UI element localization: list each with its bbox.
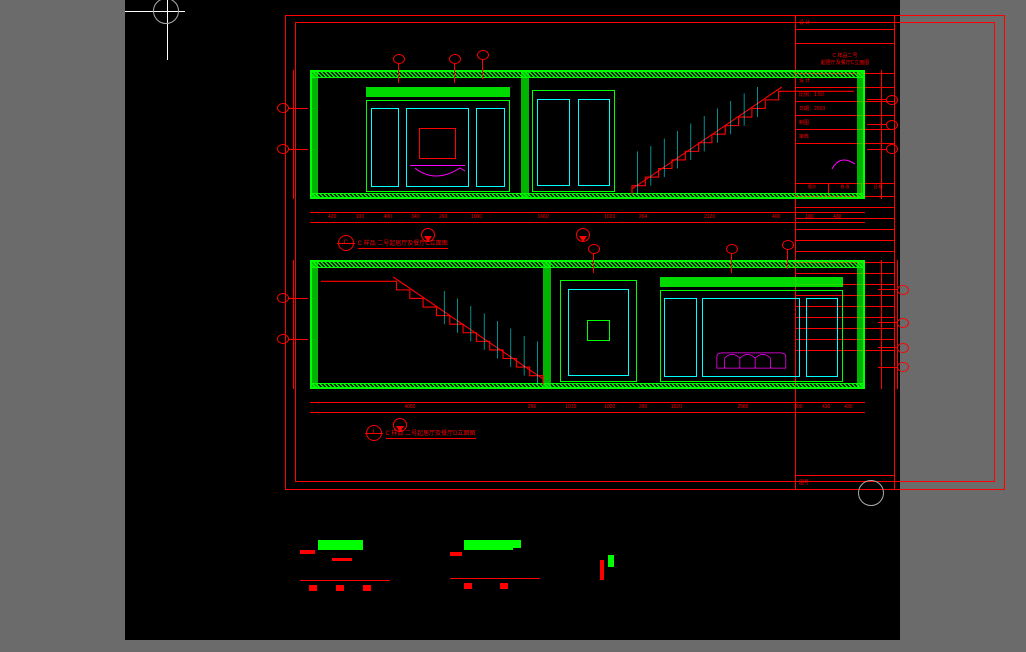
dim-value: 100	[356, 214, 364, 220]
dimension-string-right	[881, 70, 882, 199]
pillar-mid	[543, 260, 551, 389]
dimension-string-bottom	[310, 402, 865, 403]
callout-bubble	[477, 50, 489, 60]
dim-value: 264	[639, 214, 647, 220]
cornice	[660, 277, 843, 287]
dim-value: 490	[384, 214, 392, 220]
dim-value: 2580	[737, 404, 748, 410]
callout-bubble	[588, 244, 600, 254]
pillar-left	[310, 70, 318, 199]
dim-value: 430	[822, 404, 830, 410]
dim-value: 4060	[404, 404, 415, 410]
dim-value: 1010	[565, 404, 576, 410]
viewport-corner-marker	[858, 480, 884, 506]
artwork-niche	[419, 128, 455, 159]
door-leaf	[537, 99, 570, 186]
callout-bubble	[726, 244, 738, 254]
feature-panel-mid	[560, 280, 638, 382]
feature-panelling	[366, 100, 510, 192]
view-title-a: C C 样品 二号起居厅及餐厅C立面图	[338, 235, 448, 251]
dim-value: 420	[328, 214, 336, 220]
panel-main	[702, 298, 800, 377]
pillar-right	[857, 70, 865, 199]
dim-value: 430	[833, 214, 841, 220]
revision-row	[796, 240, 894, 251]
panel	[476, 108, 504, 187]
elevation-view-b: 4060 266 1010 1000 266 1020 2580 300 430…	[310, 260, 865, 425]
titleblock-project-header: 设 计	[795, 16, 895, 30]
sofa	[713, 349, 790, 372]
dimension-string-bottom-2	[310, 222, 865, 223]
ceiling-slab	[310, 70, 865, 78]
dim-value: 300	[794, 404, 802, 410]
pillar-left	[310, 260, 318, 389]
view-id-bubble: 1	[366, 425, 382, 441]
ceiling-slab	[310, 260, 865, 268]
view-title-text: C 样品 二号起居厅及餐厅D立面图	[386, 428, 476, 439]
dimension-string-bottom-2	[310, 412, 865, 413]
view-title-text: C 样品 二号起居厅及餐厅C立面图	[358, 238, 448, 249]
dim-value: 1020	[604, 214, 615, 220]
cad-canvas[interactable]: 设 计 C 样品二号 起居厅及餐厅C立面图 设 计 比例： 1:50 日期： 2…	[125, 0, 900, 640]
panel	[371, 108, 399, 187]
panel	[664, 298, 697, 377]
dim-value: 1000	[471, 214, 482, 220]
view-id-bubble: C	[338, 235, 354, 251]
artwork	[587, 320, 610, 341]
callout-bubble	[277, 103, 289, 113]
callout-bubble	[782, 240, 794, 250]
detail-thumbnail	[450, 540, 540, 595]
dim-value: 1000	[604, 404, 615, 410]
dim-value: 1020	[671, 404, 682, 410]
callout-bubble	[277, 144, 289, 154]
callout-bubble	[277, 334, 289, 344]
elevation-view-a: 420 100 490 340 260 1000 1660 1020 264 2…	[310, 70, 865, 235]
panel-main	[406, 108, 469, 187]
titleblock-spacer	[795, 30, 895, 44]
panel	[806, 298, 839, 377]
dim-value: 400	[772, 214, 780, 220]
callout-bubble	[886, 95, 898, 105]
door-leaf	[578, 99, 611, 186]
panel	[568, 289, 629, 376]
dim-value: 180	[805, 214, 813, 220]
detail-thumbnail-row	[300, 540, 680, 600]
dimension-string-right	[881, 260, 882, 389]
dim-value: 260	[439, 214, 447, 220]
callout-bubble	[277, 293, 289, 303]
dim-value: 430	[844, 404, 852, 410]
dim-value: 340	[411, 214, 419, 220]
detail-thumbnail	[300, 540, 390, 595]
dimension-string-left	[293, 70, 294, 199]
staircase	[632, 87, 854, 194]
dim-value: 1660	[538, 214, 549, 220]
view-title-b: 1 C 样品 二号起居厅及餐厅D立面图	[366, 425, 476, 441]
door-opening	[532, 90, 615, 192]
callout-bubble	[393, 54, 405, 64]
feature-panelling-right	[660, 290, 843, 382]
cornice	[366, 87, 510, 97]
console	[410, 165, 465, 184]
detail-thumbnail	[600, 540, 640, 595]
dim-value: 266	[639, 404, 647, 410]
dim-value: 2120	[704, 214, 715, 220]
callout-bubble	[897, 343, 909, 353]
callout-bubble	[886, 120, 898, 130]
callout-bubble	[449, 54, 461, 64]
pillar-mid	[521, 70, 529, 199]
dim-value: 266	[528, 404, 536, 410]
pillar-right	[857, 260, 865, 389]
dimension-string-left	[293, 260, 294, 389]
staircase	[321, 277, 543, 384]
dimension-string-bottom	[310, 212, 865, 213]
